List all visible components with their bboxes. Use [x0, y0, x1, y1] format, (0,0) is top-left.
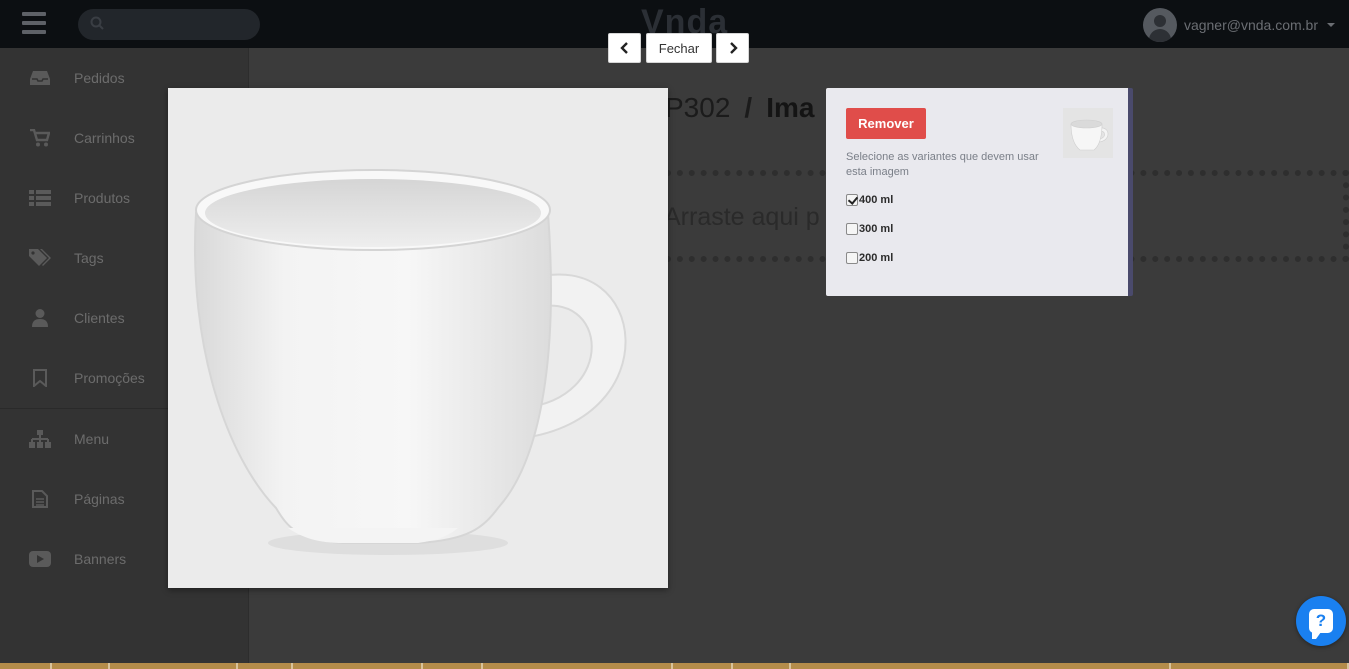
image-thumbnail [1063, 108, 1113, 158]
sitemap-icon [29, 429, 51, 449]
sidebar-item-label: Páginas [74, 491, 125, 507]
tags-icon [29, 248, 51, 268]
sidebar-item-label: Menu [74, 431, 110, 447]
inbox-icon [29, 68, 51, 88]
sidebar-item-label: Produtos [74, 190, 131, 206]
chevron-left-icon [619, 42, 628, 54]
variant-checkbox[interactable] [846, 194, 858, 206]
sidebar-item-label: Pedidos [74, 70, 125, 86]
variant-label: 200 ml [859, 252, 894, 264]
user-icon [29, 308, 51, 328]
variant-option-300ml[interactable]: 300 ml [846, 223, 893, 235]
variant-option-400ml[interactable]: 400 ml [846, 194, 893, 206]
chevron-right-icon [729, 42, 738, 54]
variant-checkbox[interactable] [846, 252, 858, 264]
variant-label: 300 ml [859, 223, 894, 235]
variant-option-200ml[interactable]: 200 ml [846, 252, 893, 264]
mug-illustration [168, 88, 668, 588]
help-button[interactable]: ? [1296, 596, 1346, 646]
search-input[interactable] [78, 9, 260, 40]
product-image [168, 88, 668, 588]
hamburger-menu-icon[interactable] [22, 12, 46, 34]
image-variant-panel: Remover Selecione as variantes que devem… [826, 88, 1133, 296]
sidebar-item-label: Clientes [74, 310, 125, 326]
variant-hint: Selecione as variantes que devem usar es… [846, 151, 1039, 178]
cart-icon [29, 128, 51, 148]
youtube-play-icon [29, 549, 51, 569]
list-icon [29, 188, 51, 208]
dropzone-text: Arraste aqui p [664, 203, 820, 231]
section-title: Ima [766, 92, 815, 123]
user-email: vagner@vnda.com.br [1183, 17, 1318, 33]
mug-thumbnail-icon [1063, 108, 1113, 158]
variant-checkbox[interactable] [846, 223, 858, 235]
product-code: P302 [665, 92, 731, 123]
sidebar-item-label: Tags [74, 250, 104, 266]
next-image-button[interactable] [716, 33, 749, 63]
file-icon [29, 489, 51, 509]
user-menu[interactable]: vagner@vnda.com.br [1142, 8, 1335, 42]
bookmark-icon [29, 368, 51, 388]
sidebar-item-label: Banners [74, 551, 127, 567]
close-button[interactable]: Fechar [646, 33, 712, 63]
chevron-down-icon [1327, 23, 1335, 27]
bottom-strip [0, 663, 1349, 669]
avatar [1142, 8, 1177, 42]
sidebar-item-label: Carrinhos [74, 130, 135, 146]
previous-image-button[interactable] [608, 33, 641, 63]
sidebar-item-label: Promoções [74, 370, 145, 386]
remove-button[interactable]: Remover [846, 108, 926, 139]
search-icon [90, 16, 104, 30]
variant-label: 400 ml [859, 194, 894, 206]
page-title: P302 / Ima [665, 92, 814, 124]
help-icon: ? [1309, 609, 1333, 639]
breadcrumb-separator: / [744, 92, 753, 123]
